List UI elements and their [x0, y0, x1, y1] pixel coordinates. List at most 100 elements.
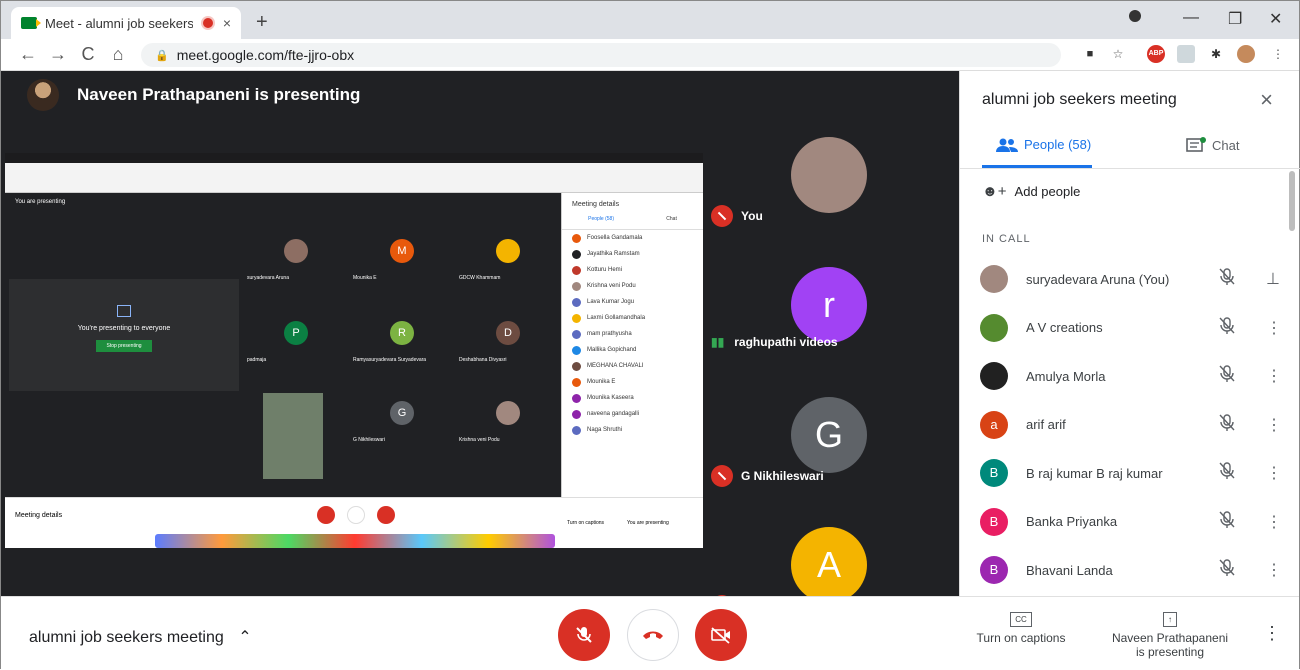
meet-favicon-icon — [21, 17, 41, 29]
participant-list-item[interactable]: B B raj kumar B raj kumar ⋮ — [980, 453, 1282, 493]
minimize-button[interactable]: — — [1183, 9, 1199, 27]
mic-toggle-button[interactable] — [558, 609, 610, 661]
captions-button[interactable]: CC Turn on captions — [969, 611, 1073, 645]
more-options-icon[interactable]: ⋮ — [1266, 560, 1282, 580]
mic-off-icon[interactable] — [1216, 510, 1238, 533]
speaking-indicator-icon: ▮▮ — [711, 335, 725, 349]
pin-icon[interactable]: ⊥ — [1266, 269, 1280, 289]
window-close-button[interactable]: ✕ — [1269, 9, 1282, 29]
participant-name: G Nikhileswari — [741, 469, 824, 483]
more-options-icon[interactable]: ⋮ — [1266, 512, 1282, 532]
reload-button[interactable]: C — [73, 44, 103, 65]
shared-people-row: naveena gandagalli — [562, 406, 703, 422]
shared-meeting-details-label: Meeting details — [15, 512, 63, 519]
shared-participant-tile: D Deshabhana Divyasri — [455, 307, 561, 367]
participant-list-name: Amulya Morla — [1026, 368, 1106, 384]
participant-list-item[interactable]: A V creations ⋮ — [980, 308, 1282, 348]
shared-people-row: MEGHANA CHAVALI — [562, 358, 703, 374]
tab-chat[interactable]: Chat — [1186, 137, 1239, 153]
presenter-avatar — [27, 79, 59, 111]
shared-participant-avatar: D — [496, 321, 520, 345]
participant-list-avatar: B — [980, 459, 1008, 487]
forward-button[interactable]: → — [43, 44, 73, 65]
captions-label: Turn on captions — [976, 631, 1066, 645]
shared-participant-avatar — [496, 239, 520, 263]
participant-list-item[interactable]: Amulya Morla ⋮ — [980, 356, 1282, 396]
shared-people-row: Laxmi Gollamandhala — [562, 310, 703, 326]
shared-participant-name: Mounika E — [353, 275, 377, 281]
tab-people[interactable]: People (58) — [996, 137, 1091, 152]
profile-dot-icon[interactable] — [1129, 10, 1141, 22]
home-button[interactable]: ⌂ — [103, 44, 133, 65]
shared-participant-name: G Nikhileswari — [353, 437, 385, 443]
more-options-icon[interactable]: ⋮ — [1266, 318, 1282, 338]
tab-meet[interactable]: Meet - alumni job seekers m × — [11, 7, 241, 39]
mic-off-icon[interactable] — [1216, 559, 1238, 581]
shared-participant-tile: G G Nikhileswari — [349, 387, 455, 447]
camera-toggle-button[interactable] — [695, 609, 747, 661]
shared-people-avatar — [572, 313, 581, 323]
presenting-button[interactable]: ↑ Naveen Prathapaneni is presenting — [1103, 611, 1237, 659]
extension-icon[interactable] — [1177, 45, 1195, 63]
meeting-name: alumni job seekers meeting — [29, 629, 224, 646]
shared-presenting-card: You're presenting to everyone Stop prese… — [9, 279, 239, 391]
shared-presenting-label: You are presenting — [627, 520, 669, 526]
tab-close-button[interactable]: × — [223, 15, 231, 31]
more-options-icon[interactable]: ⋮ — [1263, 623, 1281, 644]
camera-indicator-icon[interactable]: ■ — [1081, 45, 1099, 63]
maximize-button[interactable]: ❐ — [1228, 9, 1242, 29]
shared-participant-avatar: P — [284, 321, 308, 345]
more-options-icon[interactable]: ⋮ — [1266, 415, 1282, 435]
adblock-extension-icon[interactable]: ABP — [1147, 45, 1165, 63]
browser-menu-icon[interactable]: ⋮ — [1269, 45, 1287, 63]
panel-scrollbar[interactable] — [1289, 171, 1295, 231]
shared-participant-avatar: G — [390, 401, 414, 425]
puzzle-extensions-icon[interactable]: ✱ — [1207, 45, 1225, 63]
participant-avatar — [791, 137, 867, 213]
shared-participant-avatar: M — [390, 239, 414, 263]
recording-indicator-icon — [202, 18, 213, 28]
presenting-label-1: Naveen Prathapaneni — [1111, 631, 1229, 645]
shared-people-name: Mounika Kaseera — [587, 395, 634, 401]
shared-people-row: Lava Kumar Jogu — [562, 294, 703, 310]
participant-list-item[interactable]: a arif arif ⋮ — [980, 405, 1282, 445]
participant-list-avatar: B — [980, 556, 1008, 584]
shared-people-avatar — [572, 409, 581, 419]
participant-list-item[interactable]: suryadevara Aruna (You) ⊥ — [980, 259, 1280, 299]
mic-off-icon[interactable] — [1216, 268, 1238, 290]
participant-label: G Nikhileswari — [711, 465, 824, 487]
shared-participant-avatar — [284, 239, 308, 263]
shared-people-tab: People (58) — [588, 216, 614, 222]
new-tab-button[interactable]: + — [256, 11, 268, 34]
shared-people-row: mam prathyusha — [562, 326, 703, 342]
mic-off-icon[interactable] — [1216, 365, 1238, 387]
chat-icon — [1186, 137, 1206, 152]
shared-raghupathi-video — [263, 393, 323, 479]
tab-title: Meet - alumni job seekers m — [45, 15, 193, 31]
shared-participant-name: GDCW Khammam — [459, 275, 501, 281]
participant-list-name: suryadevara Aruna (You) — [1026, 271, 1170, 287]
mic-off-icon[interactable] — [1216, 316, 1238, 339]
meeting-details-button[interactable]: alumni job seekers meeting ⌃ — [29, 627, 252, 647]
participant-tile[interactable]: You — [703, 109, 957, 239]
participant-avatar: G — [791, 397, 867, 473]
more-options-icon[interactable]: ⋮ — [1266, 366, 1282, 386]
participant-tile[interactable]: r ▮▮ raghupathi videos — [703, 239, 957, 369]
shared-people-avatar — [572, 361, 581, 371]
more-options-icon[interactable]: ⋮ — [1266, 463, 1282, 483]
shared-participant-tile: Krishna veni Podu — [455, 387, 561, 447]
leave-call-button[interactable] — [627, 609, 679, 661]
shared-participant-avatar — [496, 401, 520, 425]
add-people-button[interactable]: ☻+ Add people — [982, 183, 1080, 200]
back-button[interactable]: ← — [13, 44, 43, 65]
mic-off-icon[interactable] — [1216, 413, 1238, 436]
participant-list-item[interactable]: B Banka Priyanka ⋮ — [980, 502, 1282, 542]
participant-tile[interactable]: GG Nikhileswari — [703, 369, 957, 499]
participant-label: ▮▮ raghupathi videos — [711, 335, 838, 349]
mic-off-icon[interactable] — [1216, 462, 1238, 484]
participant-list-item[interactable]: B Bhavani Landa ⋮ — [980, 550, 1282, 590]
profile-avatar[interactable] — [1237, 45, 1255, 63]
bookmark-star-icon[interactable]: ☆ — [1109, 45, 1127, 63]
address-bar[interactable]: 🔒 meet.google.com/fte-jjro-obx — [141, 43, 1061, 67]
close-panel-button[interactable]: × — [1260, 87, 1273, 113]
